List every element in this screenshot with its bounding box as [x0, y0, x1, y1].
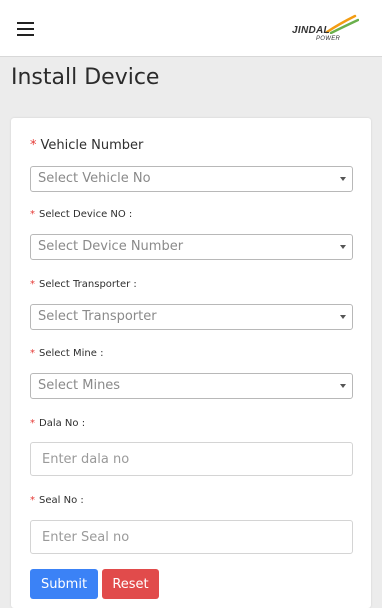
transporter-label: * Select Transporter : — [30, 279, 137, 290]
vehicle-number-value: Select Vehicle No — [38, 171, 151, 186]
hamburger-icon[interactable] — [17, 22, 34, 36]
logo-swoosh-icon — [325, 14, 359, 34]
vehicle-number-select[interactable]: Select Vehicle No — [30, 166, 353, 192]
seal-no-input[interactable] — [30, 520, 353, 554]
mine-field: * Select Mine : Select Mines — [30, 348, 353, 399]
device-number-label: * Select Device NO : — [30, 209, 133, 220]
install-device-form: * Vehicle Number Select Vehicle No * Selec… — [11, 118, 371, 608]
page-title: Install Device — [11, 65, 160, 90]
chevron-down-icon — [340, 315, 346, 319]
required-mark: * — [30, 138, 37, 153]
logo-subtitle: POWER — [316, 36, 341, 42]
transporter-field: * Select Transporter : Select Transporter — [30, 279, 353, 330]
required-mark: * — [30, 279, 35, 290]
dala-no-input[interactable] — [30, 442, 353, 476]
logo-name: JINDAL — [292, 25, 330, 36]
chevron-down-icon — [340, 384, 346, 388]
device-number-field: * Select Device NO : Select Device Number — [30, 209, 353, 260]
submit-button[interactable]: Submit — [30, 569, 98, 599]
vehicle-number-field: * Vehicle Number Select Vehicle No — [30, 138, 353, 192]
jindal-power-logo: JINDAL POWER — [289, 14, 361, 46]
dala-no-label: * Dala No : — [30, 418, 86, 429]
vehicle-number-label: * Vehicle Number — [30, 138, 144, 153]
device-number-value: Select Device Number — [38, 239, 184, 254]
device-number-select[interactable]: Select Device Number — [30, 234, 353, 260]
required-mark: * — [30, 348, 35, 359]
mine-value: Select Mines — [38, 378, 121, 393]
required-mark: * — [30, 209, 35, 220]
chevron-down-icon — [340, 177, 346, 181]
seal-no-label: * Seal No : — [30, 495, 84, 506]
dala-no-field: * Dala No : — [30, 418, 353, 476]
required-mark: * — [30, 418, 35, 429]
chevron-down-icon — [340, 245, 346, 249]
top-bar: JINDAL POWER — [0, 0, 382, 57]
reset-button[interactable]: Reset — [102, 569, 159, 599]
transporter-select[interactable]: Select Transporter — [30, 304, 353, 330]
mine-label: * Select Mine : — [30, 348, 104, 359]
seal-no-field: * Seal No : — [30, 495, 353, 554]
transporter-value: Select Transporter — [38, 309, 157, 324]
mine-select[interactable]: Select Mines — [30, 373, 353, 399]
required-mark: * — [30, 495, 35, 506]
